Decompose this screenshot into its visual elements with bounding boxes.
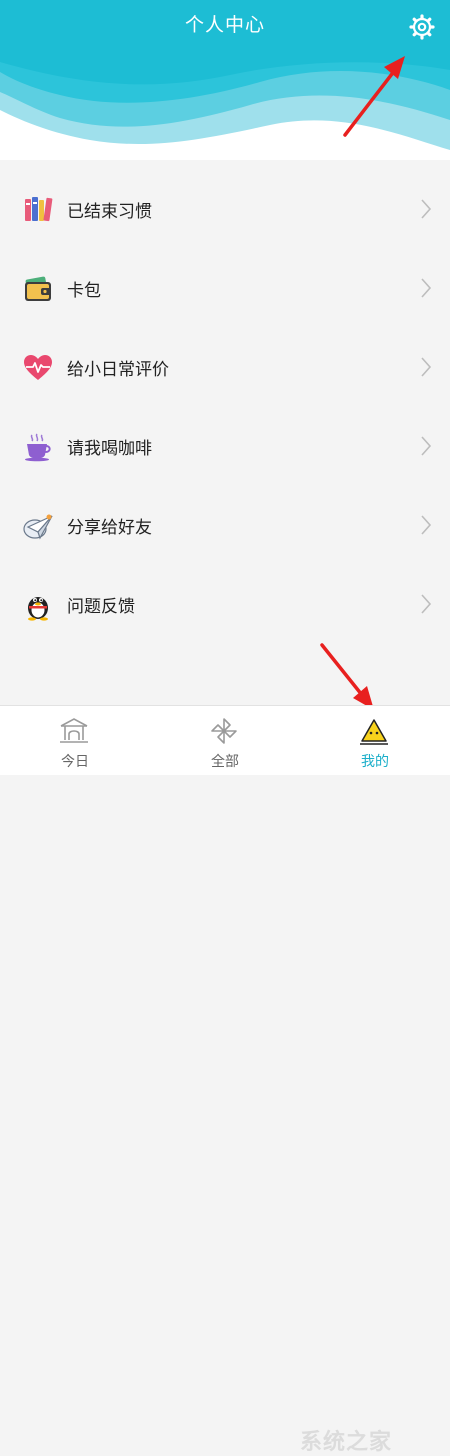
- tab-all[interactable]: 全部: [150, 706, 300, 775]
- books-icon: [25, 197, 53, 222]
- wallet-icon: [25, 276, 51, 301]
- bottom-tab-bar: 今日 全部 我的 系统之家: [0, 705, 450, 1454]
- page-title: 个人中心: [184, 14, 265, 36]
- tab-mine[interactable]: 我的: [300, 706, 450, 775]
- menu-item-feedback[interactable]: 问题反馈: [0, 565, 450, 644]
- temple-icon: [60, 718, 88, 743]
- menu-item-label: 卡包: [67, 281, 101, 301]
- menu-item-label: 请我喝咖啡: [67, 439, 152, 459]
- menu-item-card-wallet[interactable]: 卡包: [0, 249, 450, 328]
- coffee-cup-icon: [25, 433, 51, 462]
- tab-today[interactable]: 今日: [0, 706, 150, 775]
- arrow-to-my-tab: [320, 643, 374, 710]
- header: 个人中心: [0, 0, 450, 160]
- chevron-right-icon: [421, 594, 432, 614]
- tab-label: 全部: [211, 754, 239, 770]
- tab-label: 我的: [361, 754, 389, 770]
- chevron-right-icon: [421, 515, 432, 535]
- menu-item-rate-app[interactable]: 给小日常评价: [0, 328, 450, 407]
- menu-item-label: 给小日常评价: [67, 360, 169, 380]
- menu-list: 已结束习惯 卡包 给小日常评价 请我喝咖啡 分享给好友 问题反馈: [0, 170, 450, 644]
- pinwheel-icon: [211, 718, 237, 744]
- qq-penguin-icon: [28, 597, 48, 621]
- triangle-avatar-icon: [360, 719, 388, 745]
- watermark: 系统之家: [300, 1429, 393, 1454]
- chevron-right-icon: [421, 199, 432, 219]
- tab-label: 今日: [61, 754, 89, 770]
- menu-item-label: 已结束习惯: [67, 202, 152, 222]
- menu-item-label: 分享给好友: [67, 518, 152, 538]
- menu-item-label: 问题反馈: [67, 597, 135, 617]
- chevron-right-icon: [421, 278, 432, 298]
- settings-button[interactable]: [405, 10, 439, 44]
- paper-plane-icon: [23, 514, 53, 540]
- menu-item-buy-coffee[interactable]: 请我喝咖啡: [0, 407, 450, 486]
- chevron-right-icon: [421, 357, 432, 377]
- gear-icon: [409, 14, 435, 40]
- menu-item-ended-habits[interactable]: 已结束习惯: [0, 170, 450, 249]
- heart-pulse-icon: [24, 355, 52, 380]
- chevron-right-icon: [421, 436, 432, 456]
- menu-item-share[interactable]: 分享给好友: [0, 486, 450, 565]
